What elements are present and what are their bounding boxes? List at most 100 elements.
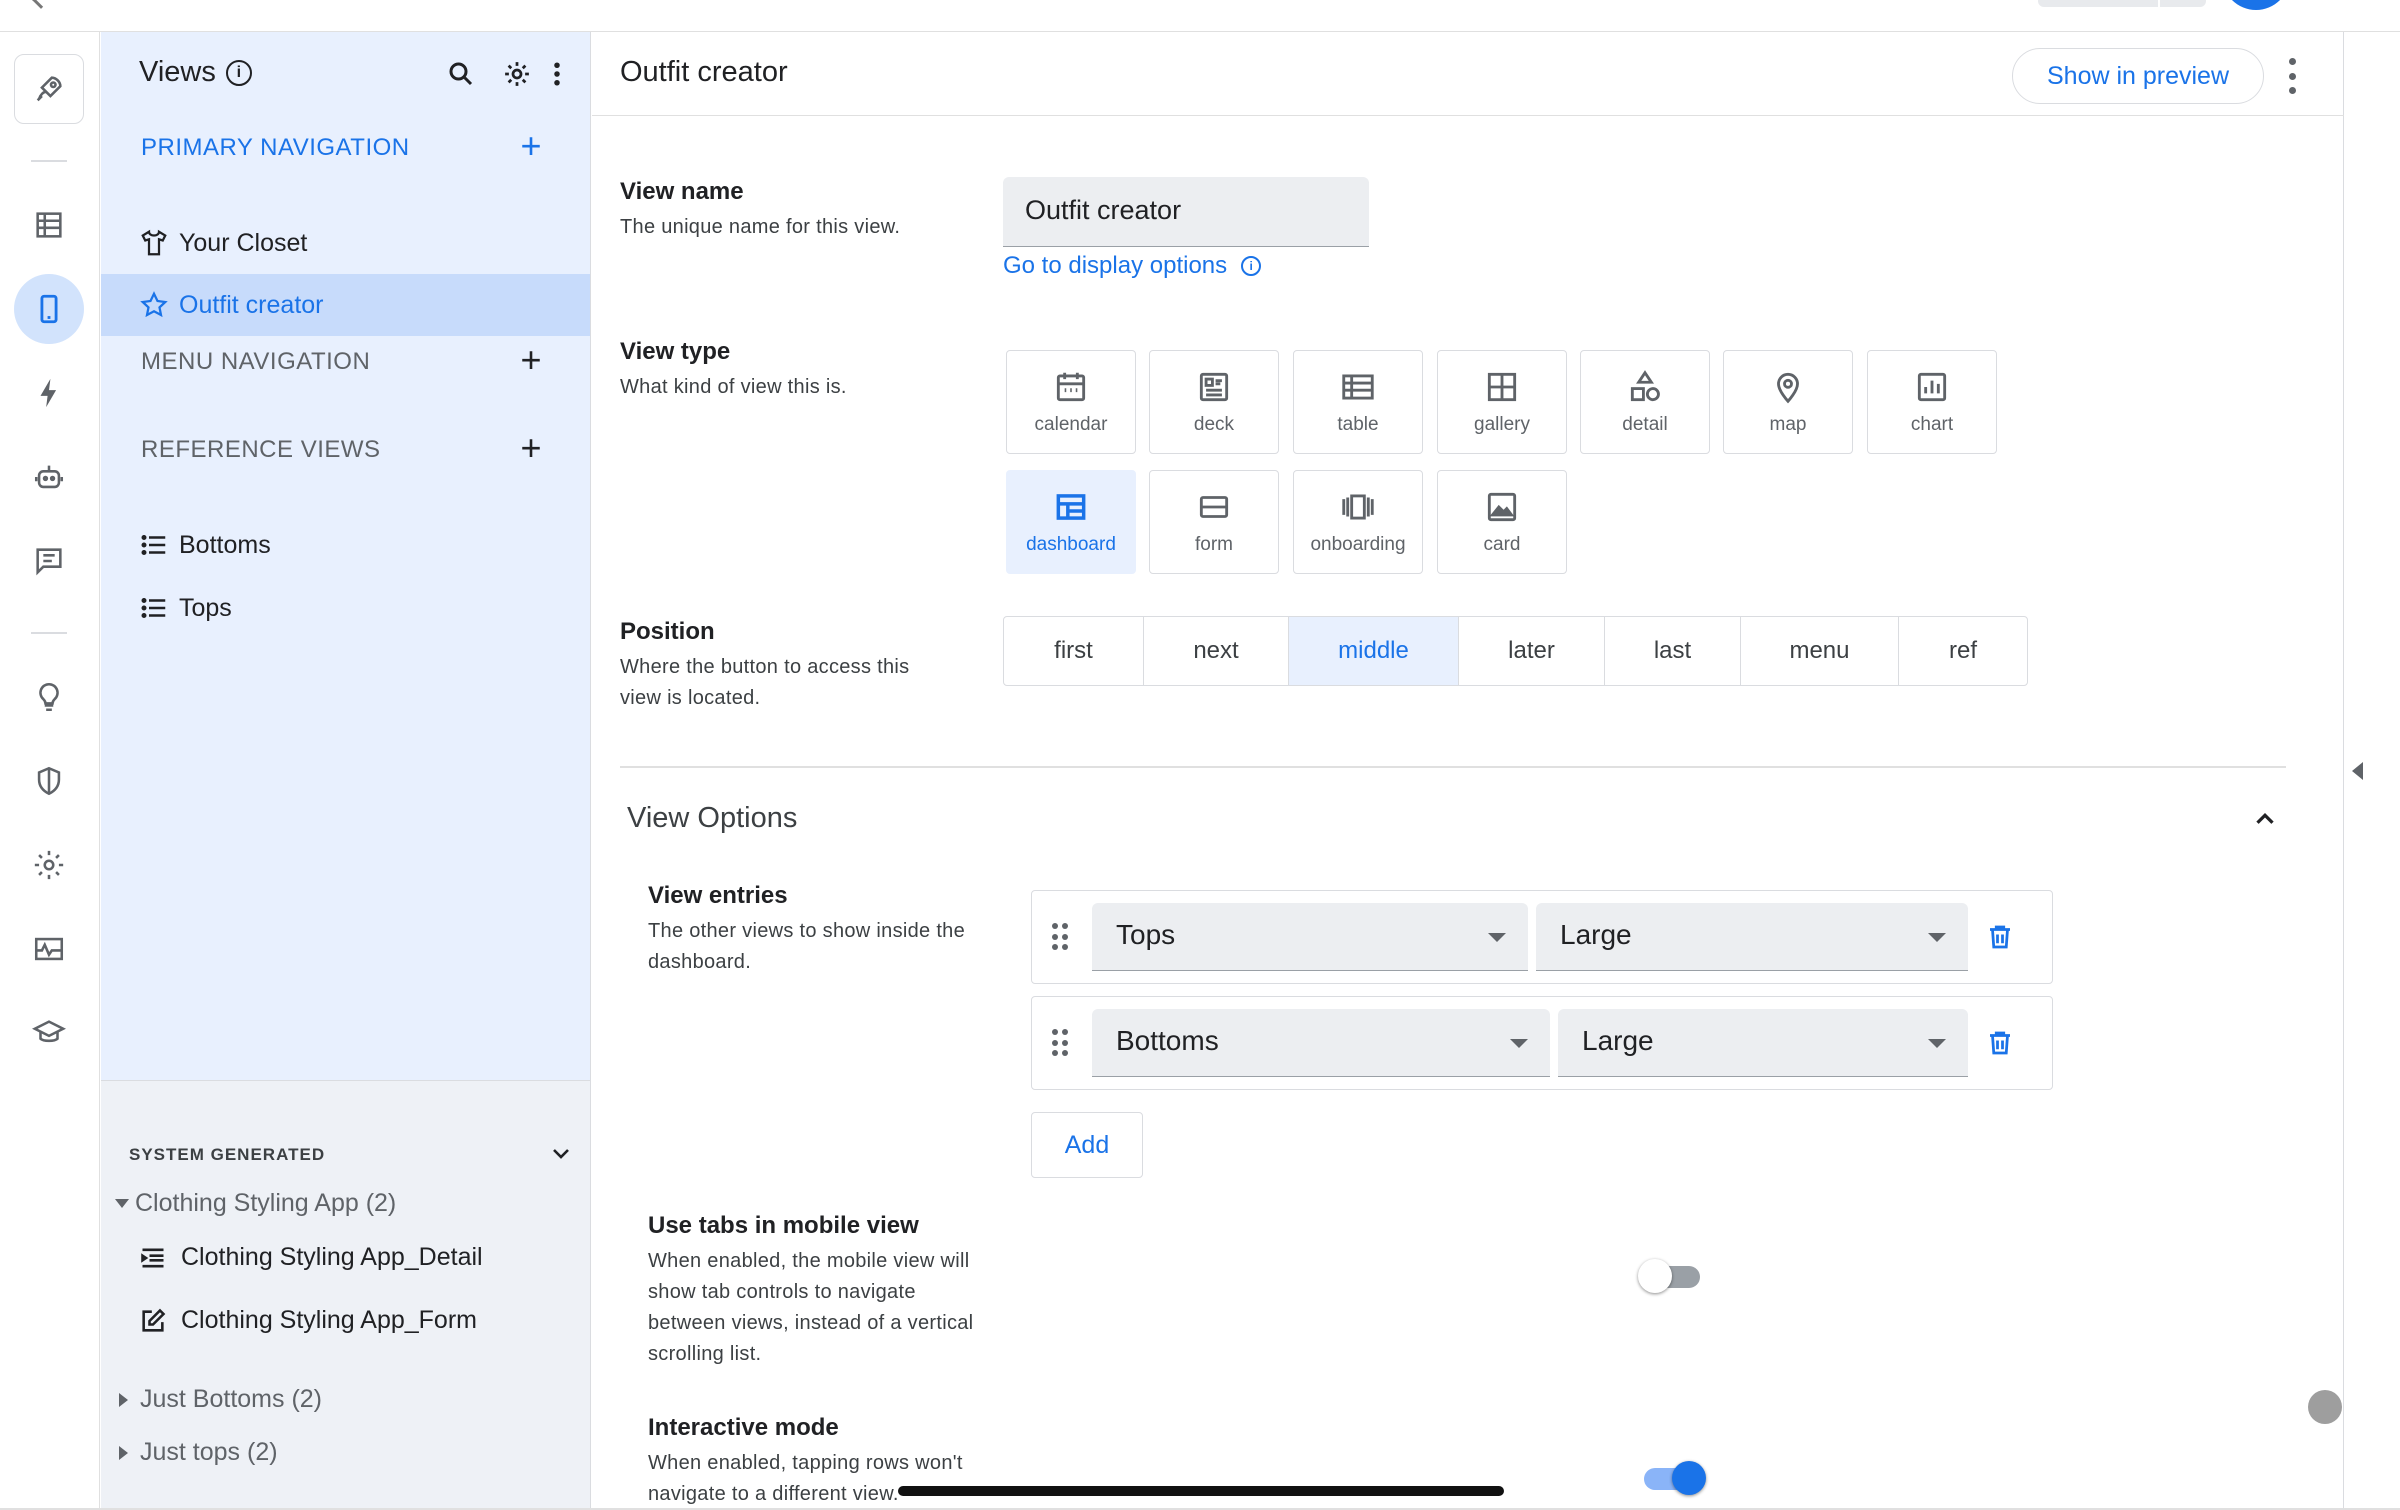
tree-group-label: Just Bottoms (2) [140, 1385, 322, 1413]
view-type-table[interactable]: table [1293, 350, 1423, 454]
lightbulb-icon[interactable] [14, 662, 84, 732]
chevron-down-icon[interactable] [549, 1141, 573, 1165]
position-next[interactable]: next [1144, 617, 1289, 685]
position-segmented-control: first next middle later last menu ref [1003, 616, 2028, 686]
dropdown-arrow-icon [1488, 933, 1506, 942]
view-type-detail[interactable]: detail [1580, 350, 1710, 454]
position-last[interactable]: last [1605, 617, 1741, 685]
dropdown-arrow-icon [1510, 1039, 1528, 1048]
view-type-calendar[interactable]: calendar [1006, 350, 1136, 454]
nav-item-label: Your Closet [179, 228, 308, 257]
position-description-line2: view is located. [620, 687, 761, 709]
collapse-panel-arrow-icon[interactable] [2352, 762, 2363, 780]
view-type-label-text: form [1195, 534, 1233, 555]
avatar[interactable] [2222, 0, 2290, 10]
interactive-mode-toggle[interactable] [1638, 1461, 1706, 1495]
display-options-link[interactable]: Go to display options i [1003, 252, 1262, 280]
view-name-input[interactable]: Outfit creator [1003, 177, 1369, 247]
detail-list-icon [141, 1248, 164, 1267]
add-reference-view-button[interactable]: + [513, 430, 549, 468]
delete-trash-icon[interactable] [1985, 1027, 2015, 1059]
position-menu[interactable]: menu [1741, 617, 1899, 685]
view-type-deck[interactable]: deck [1149, 350, 1279, 454]
position-later[interactable]: later [1459, 617, 1605, 685]
nav-item-outfit-creator[interactable]: Outfit creator [101, 274, 590, 336]
chat-icon[interactable] [14, 526, 84, 596]
rocket-icon[interactable] [14, 54, 84, 124]
scroll-indicator[interactable] [2308, 1390, 2342, 1424]
position-middle[interactable]: middle [1289, 617, 1459, 685]
view-type-chart[interactable]: chart [1867, 350, 1997, 454]
tree-group-clothing-styling-app[interactable]: Clothing Styling App (2) [115, 1189, 396, 1218]
security-shield-icon[interactable] [14, 746, 84, 816]
calendar-icon [1056, 372, 1086, 402]
learn-school-icon[interactable] [14, 998, 84, 1068]
nav-item-label: Bottoms [179, 530, 271, 559]
gallery-icon [1487, 372, 1517, 402]
reference-views-heading: REFERENCE VIEWS [141, 436, 381, 463]
position-ref[interactable]: ref [1899, 617, 2027, 685]
top-app-bar [0, 0, 2400, 32]
use-tabs-label: Use tabs in mobile view [648, 1212, 919, 1239]
view-entry-size-select[interactable]: Large [1536, 903, 1968, 971]
view-entry-size-value: Large [1582, 1025, 1654, 1056]
view-type-dashboard[interactable]: dashboard [1006, 470, 1136, 574]
view-type-label: View type [620, 338, 731, 365]
list-icon [141, 598, 166, 618]
views-phone-icon[interactable] [14, 274, 84, 344]
views-panel-header: Views i [139, 56, 252, 89]
add-menu-view-button[interactable]: + [513, 342, 549, 380]
position-first[interactable]: first [1004, 617, 1144, 685]
view-entries-description-line1: The other views to show inside the [648, 920, 966, 942]
view-type-map[interactable]: map [1723, 350, 1853, 454]
nav-item-your-closet[interactable]: Your Closet [101, 212, 590, 274]
view-type-label-text: dashboard [1026, 534, 1116, 555]
page-title: Outfit creator [620, 56, 788, 88]
nav-item-tops[interactable]: Tops [101, 577, 590, 639]
search-icon[interactable] [441, 54, 481, 94]
back-arrow-icon[interactable] [31, 0, 51, 9]
data-table-icon[interactable] [14, 190, 84, 260]
settings-gear-icon[interactable] [14, 830, 84, 900]
bot-icon[interactable] [14, 442, 84, 512]
chevron-up-icon[interactable] [2250, 804, 2280, 834]
system-generated-heading: SYSTEM GENERATED [129, 1145, 326, 1164]
position-description-line1: Where the button to access this [620, 656, 910, 678]
view-type-card[interactable]: card [1437, 470, 1567, 574]
system-view-detail[interactable]: Clothing Styling App_Detail [139, 1243, 483, 1272]
tree-group-just-tops[interactable]: Just tops (2) [115, 1438, 278, 1467]
view-entry-view-select[interactable]: Tops [1092, 903, 1528, 971]
drag-handle-icon[interactable] [1052, 1029, 1068, 1057]
view-options-heading[interactable]: View Options [627, 802, 797, 835]
system-view-form[interactable]: Clothing Styling App_Form [139, 1306, 477, 1335]
show-in-preview-button[interactable]: Show in preview [2012, 48, 2264, 104]
system-generated-section: SYSTEM GENERATED Clothing Styling App (2… [101, 1080, 590, 1510]
view-entry-row: Tops Large [1031, 890, 2053, 984]
more-vert-icon[interactable] [2282, 58, 2302, 94]
info-icon[interactable]: i [225, 59, 252, 86]
automation-bolt-icon[interactable] [14, 358, 84, 428]
nav-item-bottoms[interactable]: Bottoms [101, 514, 590, 576]
view-type-onboarding[interactable]: onboarding [1293, 470, 1423, 574]
monitoring-icon[interactable] [14, 914, 84, 984]
view-entries-description-line2: dashboard. [648, 951, 752, 973]
top-bar-control[interactable] [2038, 0, 2206, 7]
drag-handle-icon[interactable] [1052, 923, 1068, 951]
view-type-gallery[interactable]: gallery [1437, 350, 1567, 454]
view-entry-view-select[interactable]: Bottoms [1092, 1009, 1550, 1077]
more-vert-icon[interactable] [537, 54, 577, 94]
use-tabs-description-line: between views, instead of a vertical [648, 1312, 974, 1334]
view-type-form[interactable]: form [1149, 470, 1279, 574]
view-name-description: The unique name for this view. [620, 216, 901, 238]
form-icon [1199, 496, 1229, 518]
delete-trash-icon[interactable] [1985, 921, 2015, 953]
view-type-description: What kind of view this is. [620, 376, 847, 398]
dropdown-arrow-icon [1928, 933, 1946, 942]
gear-icon[interactable] [497, 54, 537, 94]
add-primary-view-button[interactable]: + [513, 128, 549, 166]
view-entry-size-select[interactable]: Large [1558, 1009, 1968, 1077]
add-view-entry-button[interactable]: Add [1031, 1112, 1143, 1178]
editor-header: Outfit creator Show in preview [592, 32, 2344, 116]
tree-group-just-bottoms[interactable]: Just Bottoms (2) [115, 1385, 322, 1414]
use-tabs-toggle[interactable] [1638, 1259, 1702, 1293]
